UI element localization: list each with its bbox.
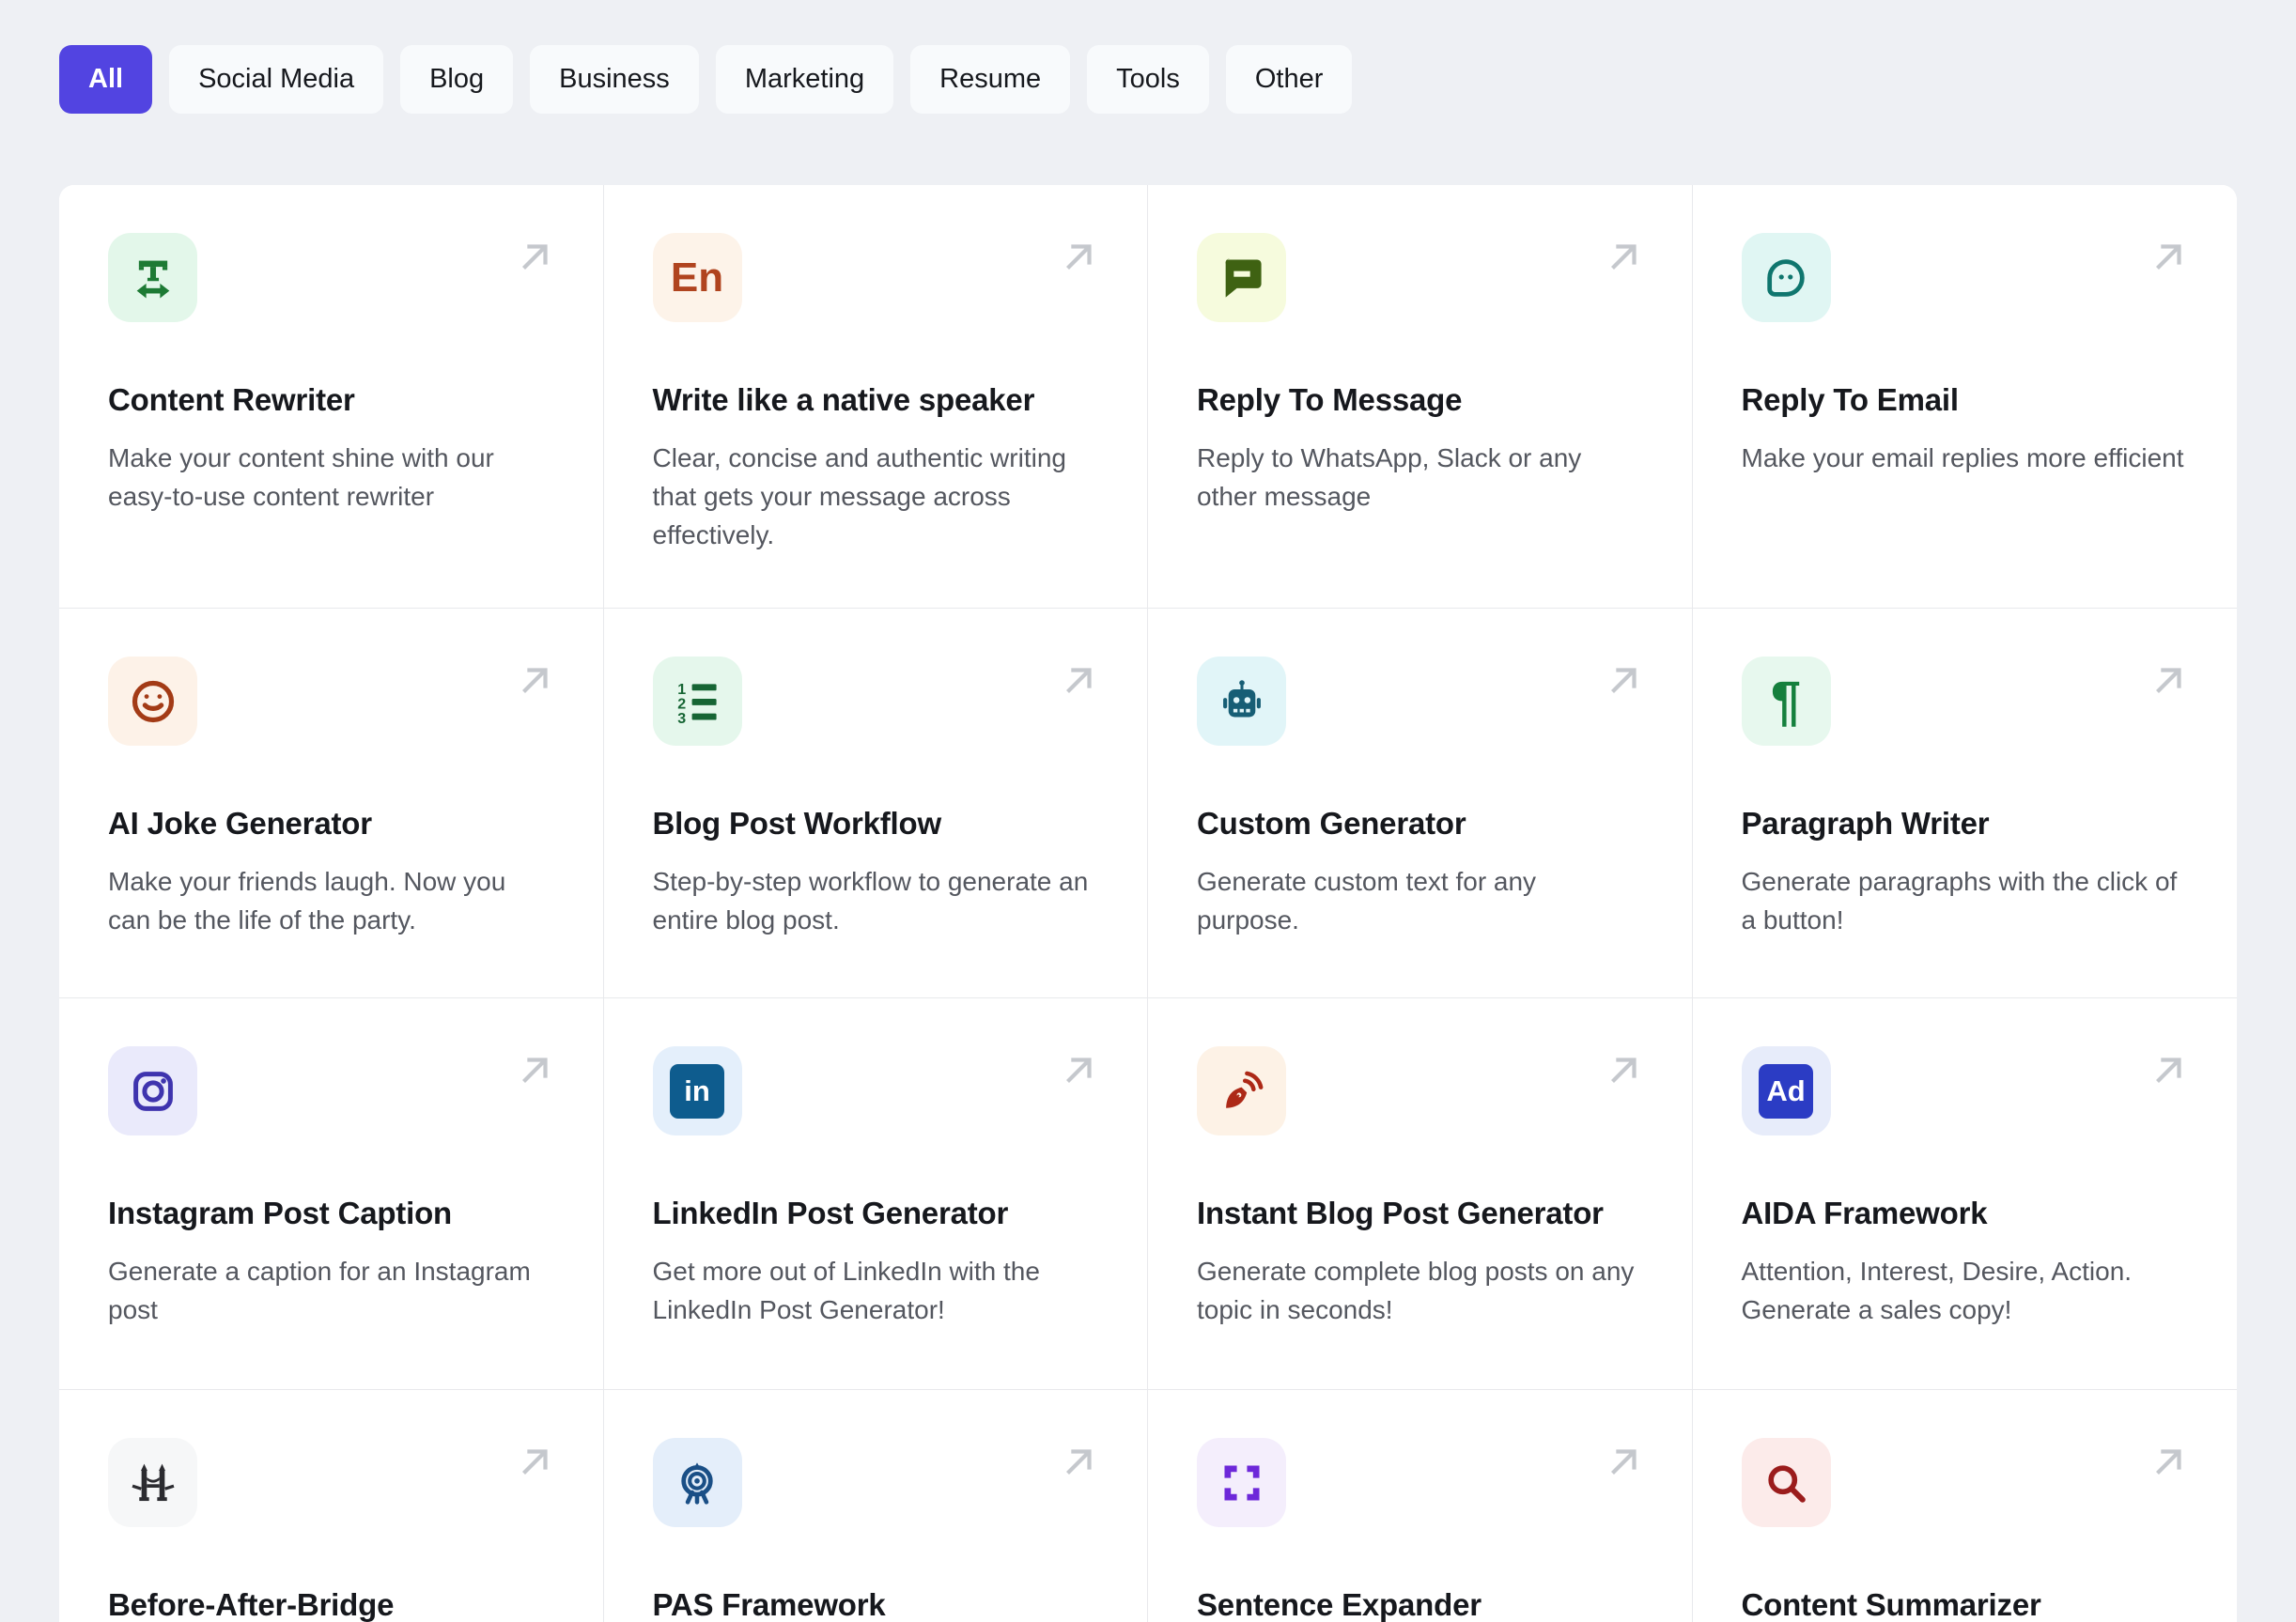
card-title: AIDA Framework bbox=[1741, 1196, 1988, 1230]
text-width-icon bbox=[108, 233, 197, 322]
card-description: Generate custom text for any purpose. bbox=[1197, 867, 1537, 935]
card-description: Reply to WhatsApp, Slack or any other me… bbox=[1197, 443, 1582, 511]
robot-icon bbox=[1197, 657, 1286, 746]
open-arrow-icon bbox=[521, 1449, 548, 1475]
instagram-icon bbox=[108, 1046, 197, 1135]
filter-tabs: All Social Media Blog Business Marketing… bbox=[0, 0, 2296, 114]
card-description: Clear, concise and authentic writing tha… bbox=[652, 443, 1066, 549]
open-arrow-icon bbox=[1066, 1058, 1092, 1083]
card-title: Paragraph Writer bbox=[1741, 806, 1990, 841]
tab-other[interactable]: Other bbox=[1225, 45, 1353, 114]
card-title: Blog Post Workflow bbox=[652, 806, 942, 841]
card-title: Content Summarizer bbox=[1741, 1587, 2041, 1622]
english-language-icon: En bbox=[652, 233, 742, 322]
ad-badge: Ad bbox=[1759, 1063, 1813, 1119]
ad-label: Ad bbox=[1766, 1074, 1806, 1107]
card-description: Step-by-step workflow to generate an ent… bbox=[652, 867, 1089, 935]
tools-grid: Content Rewriter Make your content shine… bbox=[59, 185, 2237, 1622]
card-ai-joke-generator[interactable]: AI Joke Generator Make your friends laug… bbox=[59, 609, 604, 998]
card-title: Reply To Email bbox=[1741, 382, 1960, 417]
card-description: Make your content shine with our easy-to… bbox=[108, 443, 494, 511]
open-arrow-icon bbox=[2156, 668, 2181, 693]
tab-business[interactable]: Business bbox=[530, 45, 699, 114]
smiley-icon bbox=[108, 657, 197, 746]
open-arrow-icon bbox=[521, 668, 548, 693]
card-title: Write like a native speaker bbox=[652, 382, 1035, 417]
open-arrow-icon bbox=[1610, 244, 1637, 270]
card-instagram-post-caption[interactable]: Instagram Post Caption Generate a captio… bbox=[59, 998, 604, 1390]
linkedin-badge: in bbox=[670, 1063, 724, 1119]
card-paragraph-writer[interactable]: ¶ Paragraph Writer Generate paragraphs w… bbox=[1692, 609, 2237, 998]
tab-marketing[interactable]: Marketing bbox=[715, 45, 894, 114]
card-blog-post-workflow[interactable]: 1 2 3 Blog Post Workflow Step-by-step wo… bbox=[603, 609, 1148, 998]
card-description: Generate paragraphs with the click of a … bbox=[1741, 867, 2178, 935]
tab-resume[interactable]: Resume bbox=[910, 45, 1071, 114]
magnifier-icon bbox=[1741, 1438, 1831, 1527]
card-title: AI Joke Generator bbox=[108, 806, 372, 841]
pilcrow-glyph: ¶ bbox=[1770, 671, 1802, 732]
target-icon bbox=[652, 1438, 742, 1527]
open-arrow-icon bbox=[521, 244, 548, 270]
pen-signal-icon bbox=[1197, 1046, 1286, 1135]
card-instant-blog-post-generator[interactable]: Instant Blog Post Generator Generate com… bbox=[1148, 998, 1693, 1390]
open-arrow-icon bbox=[1066, 244, 1092, 270]
card-content-summarizer[interactable]: Content Summarizer bbox=[1692, 1390, 2237, 1622]
tab-tools[interactable]: Tools bbox=[1087, 45, 1209, 114]
card-title: Custom Generator bbox=[1197, 806, 1466, 841]
ad-badge-icon: Ad bbox=[1741, 1046, 1831, 1135]
card-title: Reply To Message bbox=[1197, 382, 1463, 417]
card-description: Make your friends laugh. Now you can be … bbox=[108, 867, 506, 935]
open-arrow-icon bbox=[1610, 668, 1637, 693]
svg-text:3: 3 bbox=[677, 709, 686, 725]
message-icon bbox=[1197, 233, 1286, 322]
tab-all[interactable]: All bbox=[59, 45, 153, 114]
expand-icon bbox=[1197, 1438, 1286, 1527]
card-aida-framework[interactable]: Ad AIDA Framework Attention, Interest, D… bbox=[1692, 998, 2237, 1390]
bridge-icon bbox=[108, 1438, 197, 1527]
open-arrow-icon bbox=[2156, 1058, 2181, 1083]
card-title: Sentence Expander bbox=[1197, 1587, 1482, 1622]
card-title: Instant Blog Post Generator bbox=[1197, 1196, 1604, 1230]
card-reply-to-message[interactable]: Reply To Message Reply to WhatsApp, Slac… bbox=[1148, 185, 1693, 609]
numbered-list-icon: 1 2 3 bbox=[652, 657, 742, 746]
open-arrow-icon bbox=[521, 1058, 548, 1083]
open-arrow-icon bbox=[2156, 1449, 2181, 1475]
open-arrow-icon bbox=[1066, 1449, 1092, 1475]
card-native-speaker[interactable]: En Write like a native speaker Clear, co… bbox=[603, 185, 1148, 609]
pilcrow-icon: ¶ bbox=[1741, 657, 1831, 746]
tab-social-media[interactable]: Social Media bbox=[169, 45, 384, 114]
card-title: Before-After-Bridge bbox=[108, 1587, 395, 1622]
card-title: Content Rewriter bbox=[108, 382, 355, 417]
card-before-after-bridge[interactable]: Before-After-Bridge bbox=[59, 1390, 604, 1622]
linkedin-label: in bbox=[684, 1074, 710, 1107]
card-title: PAS Framework bbox=[652, 1587, 886, 1622]
linkedin-icon: in bbox=[652, 1046, 742, 1135]
open-arrow-icon bbox=[1610, 1449, 1637, 1475]
tab-blog[interactable]: Blog bbox=[400, 45, 514, 114]
card-description: Make your email replies more efficient bbox=[1741, 443, 2184, 472]
open-arrow-icon bbox=[1610, 1058, 1637, 1083]
chat-bubble-icon bbox=[1741, 233, 1831, 322]
open-arrow-icon bbox=[1066, 668, 1092, 693]
card-title: LinkedIn Post Generator bbox=[652, 1196, 1009, 1230]
card-linkedin-post-generator[interactable]: in LinkedIn Post Generator Get more out … bbox=[603, 998, 1148, 1390]
card-description: Get more out of LinkedIn with the Linked… bbox=[652, 1257, 1040, 1324]
card-pas-framework[interactable]: PAS Framework bbox=[603, 1390, 1148, 1622]
card-reply-to-email[interactable]: Reply To Email Make your email replies m… bbox=[1692, 185, 2237, 609]
card-content-rewriter[interactable]: Content Rewriter Make your content shine… bbox=[59, 185, 604, 609]
card-description: Generate a caption for an Instagram post bbox=[108, 1257, 531, 1324]
card-custom-generator[interactable]: Custom Generator Generate custom text fo… bbox=[1148, 609, 1693, 998]
card-sentence-expander[interactable]: Sentence Expander bbox=[1148, 1390, 1693, 1622]
card-description: Generate complete blog posts on any topi… bbox=[1197, 1257, 1635, 1324]
en-label: En bbox=[670, 254, 724, 301]
card-title: Instagram Post Caption bbox=[108, 1196, 452, 1230]
open-arrow-icon bbox=[2156, 244, 2181, 270]
card-description: Attention, Interest, Desire, Action. Gen… bbox=[1741, 1257, 2133, 1324]
